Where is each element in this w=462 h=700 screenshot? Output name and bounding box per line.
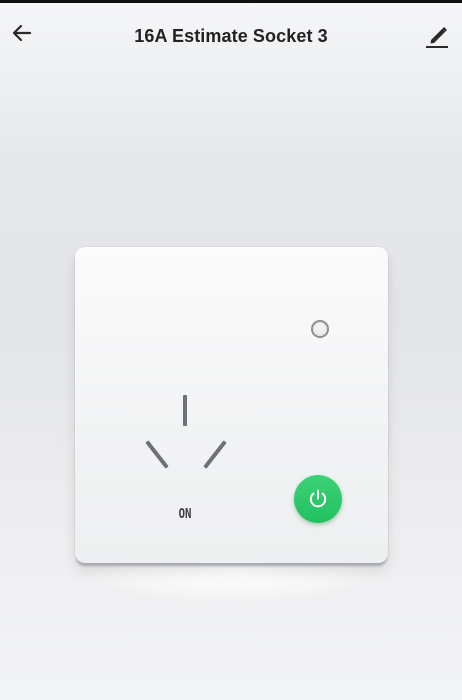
app-header: 16A Estimate Socket 3 [0, 3, 462, 67]
power-toggle-button[interactable] [294, 475, 342, 523]
arrow-left-icon [12, 24, 32, 42]
socket-slot-right [203, 440, 227, 469]
socket-status-label: ON [178, 507, 192, 522]
power-icon [309, 489, 327, 508]
socket-slot-left [145, 440, 169, 469]
socket-slot-top [183, 395, 187, 426]
pencil-edit-icon [426, 27, 448, 48]
socket-plate: ON [75, 247, 388, 563]
indicator-led-icon [311, 320, 329, 338]
edit-button[interactable] [422, 21, 452, 51]
back-button[interactable] [8, 19, 36, 47]
page-title: 16A Estimate Socket 3 [134, 26, 328, 46]
